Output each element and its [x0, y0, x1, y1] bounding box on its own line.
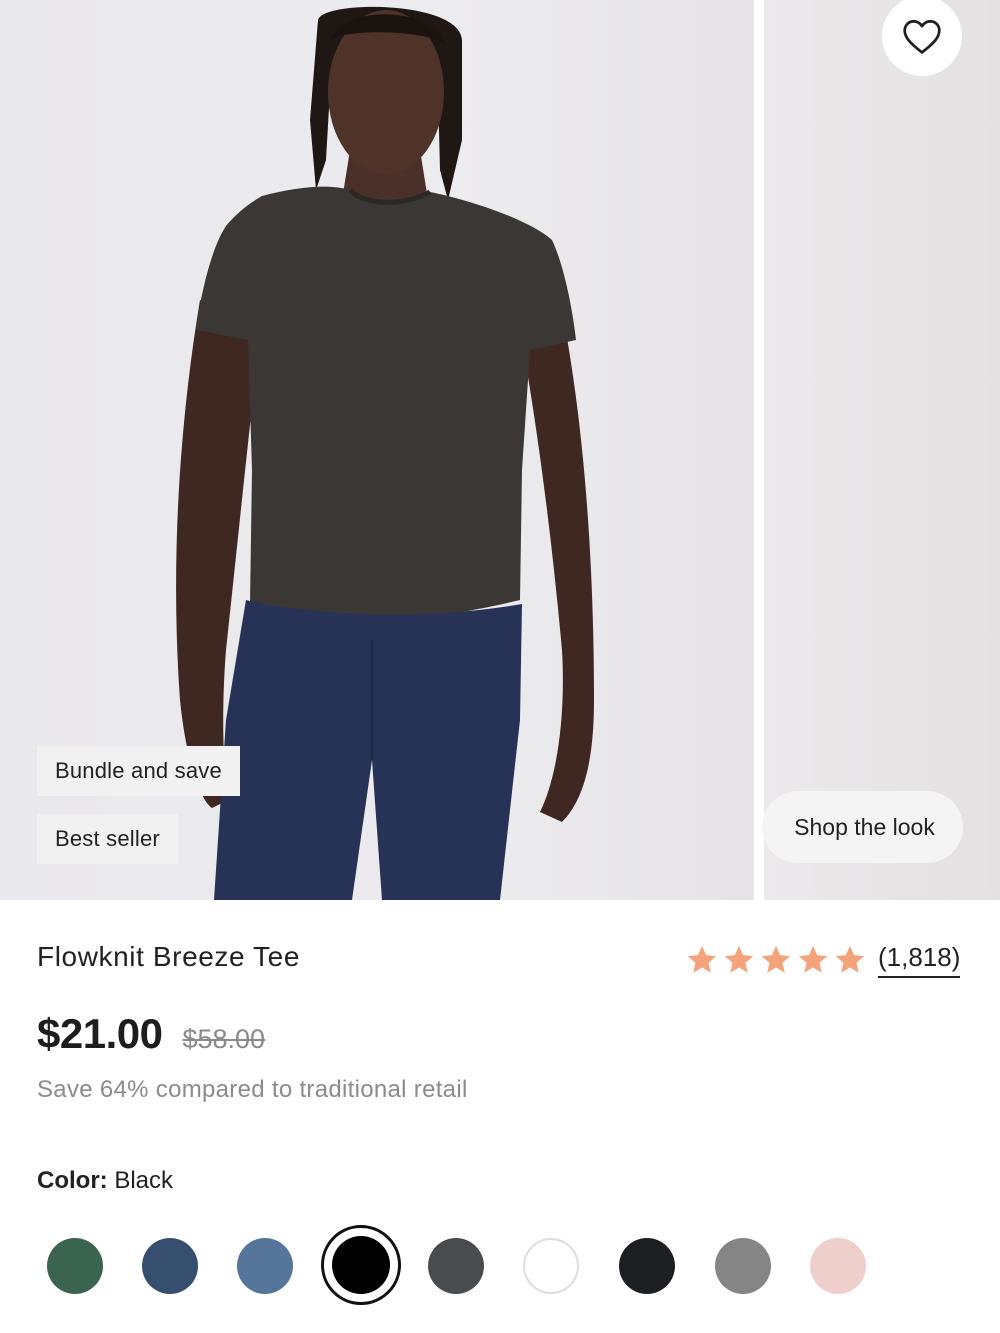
savings-text: Save 64% compared to traditional retail [37, 1076, 468, 1103]
swatch-charcoal[interactable] [428, 1238, 484, 1294]
product-title: Flowknit Breeze Tee [37, 941, 301, 972]
star-icon [687, 945, 717, 973]
product-image-gallery[interactable]: Bundle and save Best seller Shop the loo… [0, 0, 1000, 900]
selected-swatch-fill [332, 1236, 390, 1294]
badge-bundle-and-save: Bundle and save [37, 746, 240, 796]
review-count-link[interactable]: (1,818) [878, 941, 961, 978]
swatch-green[interactable] [47, 1238, 103, 1294]
swatch-jet[interactable] [619, 1238, 675, 1294]
color-label-key: Color: [37, 1167, 108, 1194]
compare-price: $58.00 [182, 1024, 266, 1054]
swatch-navy[interactable] [142, 1238, 198, 1294]
swatch-white[interactable] [523, 1238, 579, 1294]
shop-the-look-button[interactable]: Shop the look [762, 791, 963, 863]
color-label-value: Black [114, 1167, 174, 1194]
star-icon [724, 945, 754, 973]
badge-best-seller: Best seller [37, 814, 178, 864]
product-rating[interactable]: (1,818) [684, 941, 961, 978]
swatch-blush[interactable] [810, 1238, 866, 1294]
color-swatches [0, 1225, 1000, 1307]
product-photo-main[interactable]: Bundle and save Best seller [0, 0, 754, 900]
sale-price: $21.00 [37, 1010, 163, 1057]
rating-stars [684, 943, 868, 977]
star-icon [761, 945, 791, 973]
product-photo-next[interactable] [764, 0, 1000, 900]
star-icon [798, 945, 828, 973]
swatch-grey[interactable] [715, 1238, 771, 1294]
swatch-blue[interactable] [237, 1238, 293, 1294]
swatch-black[interactable] [321, 1225, 401, 1305]
price-row: $21.00 $58.00 [37, 1010, 265, 1058]
heart-outline-icon [903, 19, 941, 54]
color-label: Color: Black [37, 1167, 173, 1195]
star-icon [835, 945, 865, 973]
